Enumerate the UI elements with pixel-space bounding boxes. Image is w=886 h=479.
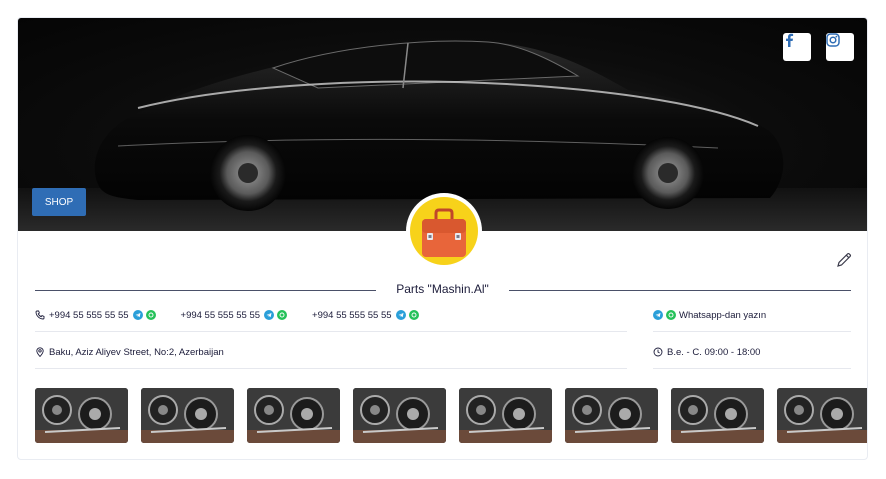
shop-button[interactable]: SHOP xyxy=(32,188,86,216)
divider xyxy=(35,331,627,332)
engine-photo xyxy=(671,388,764,443)
briefcase-icon xyxy=(422,208,466,257)
address-text: Baku, Aziz Aliyev Street, No:2, Azerbaij… xyxy=(49,346,224,358)
clock-icon xyxy=(653,347,663,357)
telegram-icon[interactable] xyxy=(132,310,143,320)
store-title-row: Parts "Mashin.Al" xyxy=(35,279,851,299)
whatsapp-label: Whatsapp-dan yazın xyxy=(679,309,767,321)
telegram-icon[interactable] xyxy=(264,310,275,320)
hours-text: B.e. - C. 09:00 - 18:00 xyxy=(667,346,761,358)
instagram-icon xyxy=(826,33,840,47)
edit-button[interactable] xyxy=(836,252,852,268)
telegram-icon[interactable] xyxy=(395,310,406,320)
store-avatar xyxy=(406,193,482,269)
telegram-icon xyxy=(653,310,663,320)
whatsapp-icon[interactable] xyxy=(145,310,156,320)
whatsapp-icon xyxy=(666,310,676,320)
engine-photo xyxy=(565,388,658,443)
divider xyxy=(35,368,627,369)
phone-number[interactable]: +994 55 555 55 55 xyxy=(49,310,129,321)
location-pin-icon xyxy=(36,347,44,357)
facebook-icon xyxy=(786,33,794,47)
gallery-thumbnail[interactable] xyxy=(671,388,764,443)
gallery-thumbnail[interactable] xyxy=(247,388,340,443)
pencil-icon xyxy=(837,253,851,267)
phone-list: +994 55 555 55 55 +994 55 555 55 55 +994… xyxy=(35,308,444,322)
engine-photo xyxy=(459,388,552,443)
phone-number[interactable]: +994 55 555 55 55 xyxy=(181,310,261,321)
instagram-button[interactable] xyxy=(826,33,854,61)
divider xyxy=(653,368,851,369)
gallery-thumbnail[interactable] xyxy=(353,388,446,443)
phone-item: +994 55 555 55 55 xyxy=(181,310,291,321)
engine-photo xyxy=(247,388,340,443)
hours-row: B.e. - C. 09:00 - 18:00 xyxy=(653,345,760,359)
photo-gallery xyxy=(35,388,867,443)
gallery-thumbnail[interactable] xyxy=(459,388,552,443)
gallery-thumbnail[interactable] xyxy=(35,388,128,443)
engine-photo xyxy=(353,388,446,443)
title-divider-left xyxy=(35,290,376,291)
phone-item: +994 55 555 55 55 xyxy=(49,310,159,321)
store-profile-card: SHOP Parts "Mashin.Al" +994 55 555 55 55… xyxy=(17,17,868,460)
facebook-button[interactable] xyxy=(783,33,811,61)
gallery-thumbnail[interactable] xyxy=(141,388,234,443)
avatar-circle xyxy=(410,197,478,265)
gallery-thumbnail[interactable] xyxy=(565,388,658,443)
whatsapp-icon[interactable] xyxy=(408,310,419,320)
phone-icon xyxy=(35,310,45,320)
phone-number[interactable]: +994 55 555 55 55 xyxy=(312,310,392,321)
title-divider-right xyxy=(509,290,851,291)
phone-item: +994 55 555 55 55 xyxy=(312,310,422,321)
whatsapp-contact[interactable]: Whatsapp-dan yazın xyxy=(653,308,766,322)
divider xyxy=(653,331,851,332)
engine-photo xyxy=(141,388,234,443)
gallery-thumbnail[interactable] xyxy=(777,388,867,443)
engine-photo xyxy=(777,388,867,443)
whatsapp-icon[interactable] xyxy=(277,310,288,320)
address-row: Baku, Aziz Aliyev Street, No:2, Azerbaij… xyxy=(35,345,224,359)
store-title: Parts "Mashin.Al" xyxy=(396,282,489,296)
engine-photo xyxy=(35,388,128,443)
